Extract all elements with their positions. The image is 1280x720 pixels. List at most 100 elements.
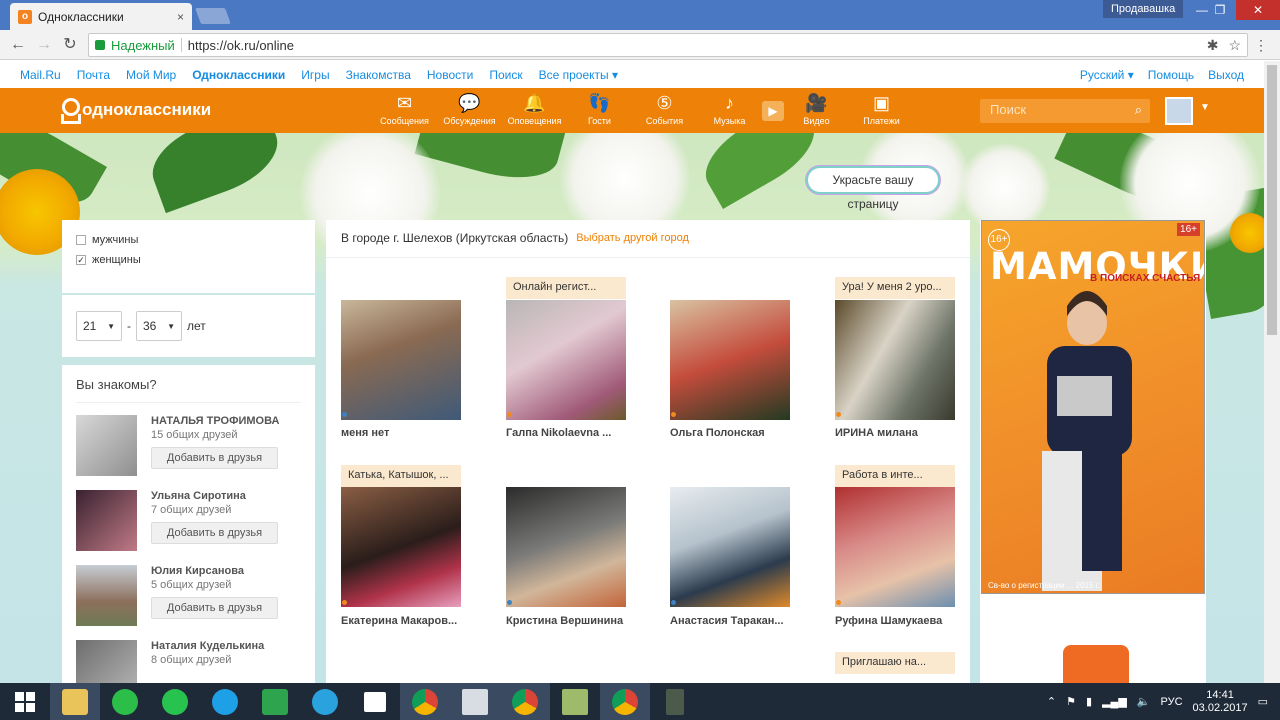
person-photo[interactable]	[341, 300, 461, 420]
add-friend-button[interactable]: Добавить в друзья	[151, 447, 278, 469]
notifications-icon[interactable]: ▭	[1258, 695, 1268, 708]
taskbar-chrome-3[interactable]	[600, 683, 650, 720]
link-all-projects[interactable]: Все проекты ▾	[539, 68, 618, 82]
taskbar-store[interactable]	[250, 683, 300, 720]
bookmark-star-icon[interactable]: ☆	[1228, 37, 1241, 54]
person-photo[interactable]	[506, 487, 626, 607]
person-photo[interactable]	[835, 487, 955, 607]
link-znakomstva[interactable]: Знакомства	[346, 68, 411, 82]
page-scrollbar[interactable]	[1264, 61, 1280, 683]
extension-icon[interactable]: ✱	[1207, 37, 1219, 54]
forward-icon[interactable]: →	[34, 36, 54, 54]
friend-name[interactable]: Юлия Кирсанова	[151, 565, 278, 577]
nav-payments[interactable]: ▣ Платежи	[849, 92, 914, 126]
friend-photo[interactable]	[76, 490, 137, 551]
taskbar-chrome-1[interactable]	[400, 683, 450, 720]
taskbar-mail-agent[interactable]	[100, 683, 150, 720]
status-tag[interactable]: Приглашаю на...	[835, 652, 955, 674]
help-link[interactable]: Помощь	[1148, 68, 1194, 82]
back-icon[interactable]: ←	[8, 36, 28, 54]
nav-messages[interactable]: ✉ Сообщения	[372, 92, 437, 126]
checkbox-female[interactable]: ✓	[76, 255, 86, 265]
taskbar-notes[interactable]	[550, 683, 600, 720]
add-friend-button[interactable]: Добавить в друзья	[151, 597, 278, 619]
age-to-select[interactable]: 36 ▼	[136, 311, 182, 341]
link-novosti[interactable]: Новости	[427, 68, 473, 82]
scrollbar-thumb[interactable]	[1267, 65, 1277, 335]
logout-link[interactable]: Выход	[1208, 68, 1244, 82]
person-name[interactable]: Ольга Полонская	[670, 427, 800, 439]
nav-events[interactable]: ⑤ События	[632, 92, 697, 126]
ok-logo[interactable]: одноклассники	[60, 98, 211, 122]
link-poisk[interactable]: Поиск	[489, 68, 522, 82]
filter-female[interactable]: ✓ женщины	[76, 254, 301, 266]
browser-menu-icon[interactable]: ⋮	[1254, 37, 1268, 54]
clock[interactable]: 14:41 03.02.2017	[1193, 689, 1248, 715]
network-icon[interactable]: ▂▄▆	[1102, 695, 1127, 708]
user-avatar[interactable]	[1165, 97, 1193, 125]
status-tag[interactable]: Онлайн регист...	[506, 277, 626, 299]
change-city-link[interactable]: Выбрать другой город	[576, 231, 689, 246]
keyboard-language[interactable]: РУС	[1161, 696, 1183, 708]
search-input[interactable]: Поиск ⌕	[980, 99, 1150, 123]
profile-button[interactable]: Продавашка	[1103, 0, 1184, 18]
friend-name[interactable]: Наталия Кудель​кина	[151, 640, 264, 652]
music-play-icon[interactable]: ▶	[762, 101, 784, 121]
battery-icon[interactable]: ▮	[1086, 695, 1092, 708]
nav-guests[interactable]: 👣 Гости	[567, 92, 632, 126]
link-mailru[interactable]: Mail.Ru	[20, 68, 61, 82]
taskbar-telegram[interactable]	[300, 683, 350, 720]
checkbox-male[interactable]	[76, 235, 86, 245]
friend-photo[interactable]	[76, 415, 137, 476]
mutual-friends[interactable]: 5 общих друзей	[151, 579, 278, 591]
taskbar-video-app[interactable]	[650, 683, 700, 720]
friend-name[interactable]: Ульяна Сиротина	[151, 490, 278, 502]
person-photo[interactable]	[670, 300, 790, 420]
person-photo[interactable]	[835, 300, 955, 420]
mutual-friends[interactable]: 15 общих друзей	[151, 429, 279, 441]
person-name[interactable]: Екатерина Макаров...	[341, 615, 471, 627]
decorate-page-button[interactable]: Украсьте вашу страницу	[806, 166, 940, 211]
taskbar-file-explorer[interactable]	[50, 683, 100, 720]
url-field[interactable]: Надежный https://ok.ru/online ✱ ☆	[88, 33, 1248, 57]
nav-video[interactable]: 🎥 Видео	[784, 92, 849, 126]
chevron-down-icon[interactable]: ▼	[1200, 102, 1210, 113]
person-photo[interactable]	[670, 487, 790, 607]
tray-chevron-icon[interactable]: ⌃	[1047, 695, 1056, 708]
person-name[interactable]: ИРИНА милана	[835, 427, 965, 439]
link-pochta[interactable]: Почта	[77, 68, 110, 82]
search-icon[interactable]: ⌕	[1135, 102, 1142, 118]
tab-close-icon[interactable]: ×	[177, 10, 184, 24]
friend-photo[interactable]	[76, 565, 137, 626]
link-odnoklassniki[interactable]: Одноклассники	[192, 68, 285, 82]
status-tag[interactable]: Ура! У меня 2 уро...	[835, 277, 955, 299]
link-moy-mir[interactable]: Мой Мир	[126, 68, 176, 82]
advertisement-banner[interactable]: 16+ 16+ МАМОЧКИ В ПОИСКАХ СЧАСТЬЯ Св-во …	[981, 220, 1205, 594]
person-name[interactable]: меня нет	[341, 427, 471, 439]
gift-icon[interactable]	[1063, 645, 1129, 683]
window-close-button[interactable]: ✕	[1236, 0, 1280, 20]
age-from-select[interactable]: 21 ▼	[76, 311, 122, 341]
status-tag[interactable]: Катька, Катышок, ...	[341, 465, 461, 487]
mutual-friends[interactable]: 8 общих друзей	[151, 654, 264, 666]
taskbar-image-viewer[interactable]	[450, 683, 500, 720]
filter-male[interactable]: мужчины	[76, 234, 301, 246]
link-igry[interactable]: Игры	[301, 68, 329, 82]
taskbar-chrome-2[interactable]	[500, 683, 550, 720]
taskbar-whatsapp[interactable]	[150, 683, 200, 720]
person-name[interactable]: Руфина Шамукаева	[835, 615, 965, 627]
reload-icon[interactable]: ↻	[60, 36, 80, 54]
volume-icon[interactable]: 🔈	[1137, 695, 1151, 708]
language-select[interactable]: Русский ▾	[1080, 68, 1134, 82]
start-button[interactable]	[0, 683, 50, 720]
friend-name[interactable]: НАТАЛЬЯ ТРОФИМОВА	[151, 415, 279, 427]
add-friend-button[interactable]: Добавить в друзья	[151, 522, 278, 544]
mutual-friends[interactable]: 7 общих друзей	[151, 504, 278, 516]
person-name[interactable]: Галпа Nikolaevna ...	[506, 427, 636, 439]
person-name[interactable]: Кристина Вершинина	[506, 615, 636, 627]
browser-tab[interactable]: o Одноклассники ×	[10, 3, 192, 30]
new-tab-button[interactable]	[195, 8, 231, 24]
taskbar-skype[interactable]	[200, 683, 250, 720]
person-photo[interactable]	[341, 487, 461, 607]
nav-music[interactable]: ♪ Музыка	[697, 92, 762, 126]
